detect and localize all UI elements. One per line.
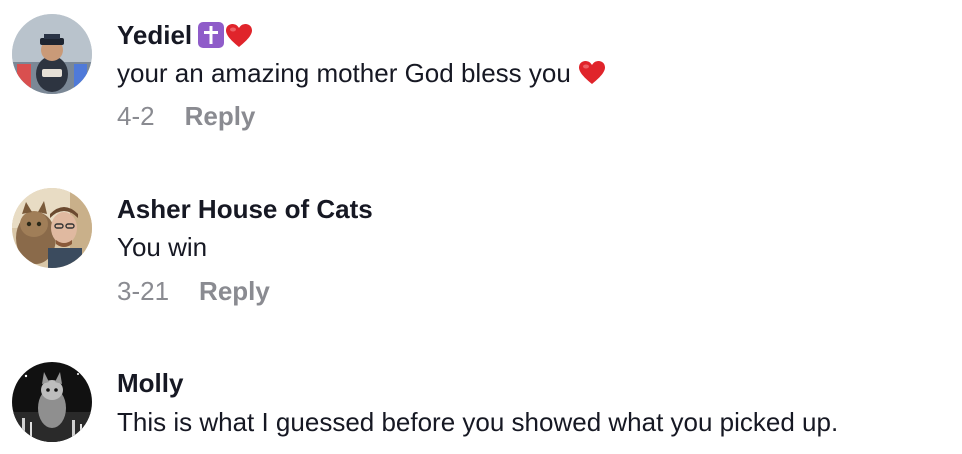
username[interactable]: Molly [117, 367, 183, 399]
avatar[interactable] [12, 362, 92, 442]
avatar-image [12, 362, 92, 442]
username-text: Molly [117, 368, 184, 398]
comment-text: This is what I guessed before you showed… [117, 406, 838, 438]
comment-text-content: This is what I guessed before you showed… [117, 407, 839, 437]
comment-item: Molly This is what I guessed before you … [0, 0, 962, 454]
